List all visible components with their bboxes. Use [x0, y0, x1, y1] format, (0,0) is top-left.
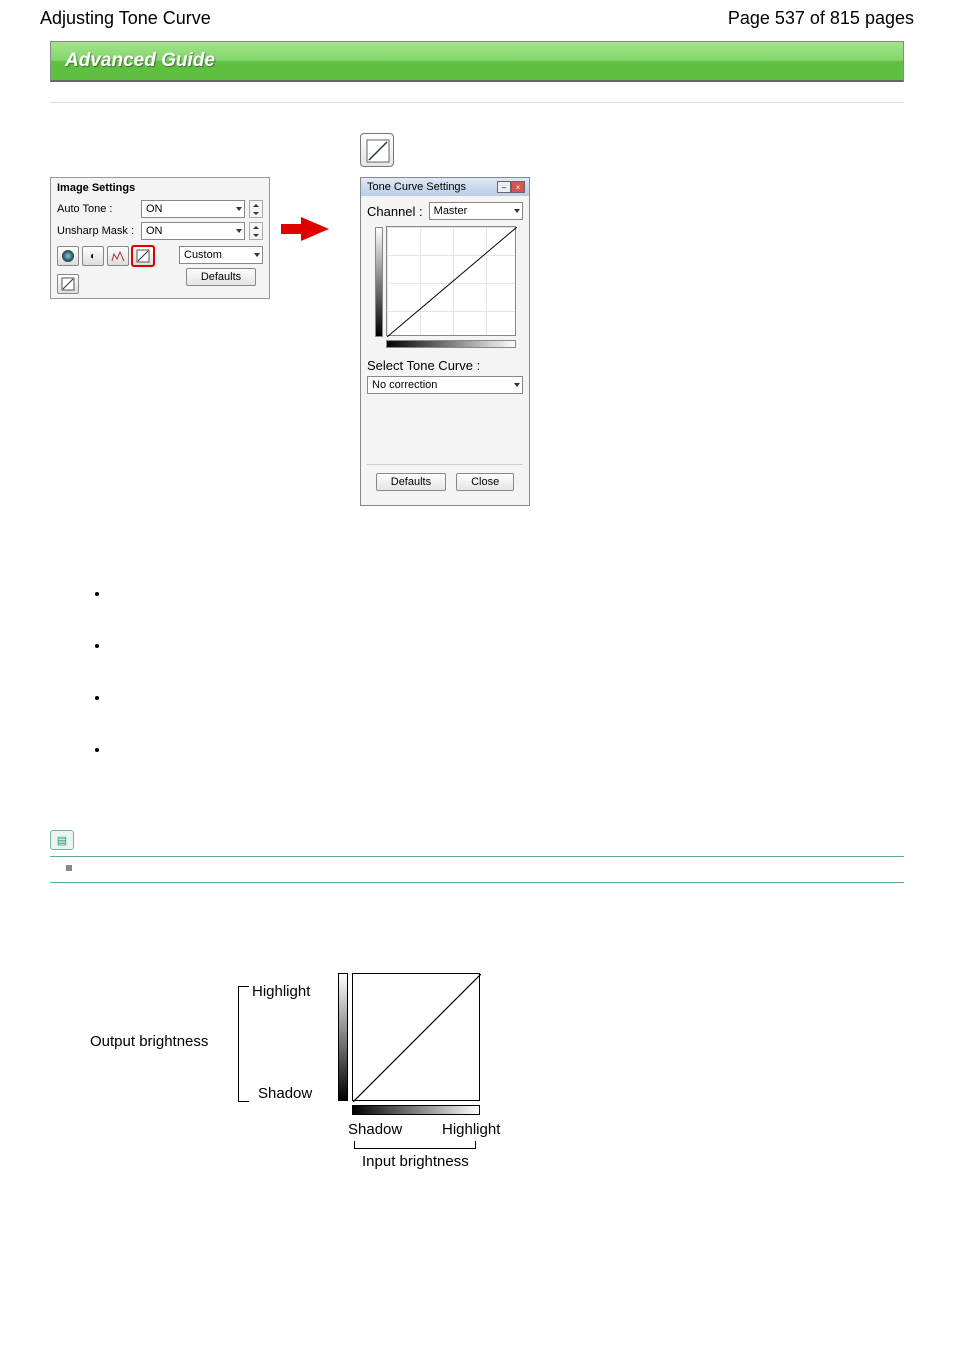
image-settings-title: Image Settings — [51, 178, 269, 198]
bracket-horizontal-icon — [354, 1139, 476, 1149]
divider — [50, 102, 904, 103]
gradient-vertical — [338, 973, 348, 1101]
custom-select[interactable]: Custom — [179, 246, 263, 264]
diagram-canvas — [352, 973, 480, 1101]
unsharp-mask-value: ON — [146, 225, 163, 237]
unsharp-mask-select[interactable]: ON — [141, 222, 245, 240]
page-title: Adjusting Tone Curve — [40, 8, 211, 29]
channel-label: Channel : — [367, 204, 423, 219]
list-item — [110, 586, 904, 638]
square-bullet-icon — [66, 865, 72, 871]
list-item — [110, 638, 904, 690]
chevron-down-icon — [514, 383, 520, 387]
list-item — [110, 742, 904, 794]
tone-curve-canvas[interactable] — [386, 226, 516, 336]
final-review-icon[interactable] — [57, 274, 79, 294]
caret-up-icon — [253, 204, 259, 207]
dialog-defaults-button[interactable]: Defaults — [376, 473, 446, 491]
gradient-horizontal — [386, 340, 516, 348]
advanced-guide-banner: Advanced Guide — [50, 41, 904, 82]
histogram-icon[interactable] — [107, 246, 129, 266]
gradient-vertical — [375, 227, 383, 337]
highlight-label: Highlight — [252, 983, 310, 1000]
auto-tone-select[interactable]: ON — [141, 200, 245, 218]
bullet-list — [50, 586, 904, 794]
note-book-icon: ▤ — [50, 830, 74, 850]
input-brightness-label: Input brightness — [362, 1153, 469, 1170]
list-item — [110, 690, 904, 742]
arrow-right-icon — [301, 217, 329, 241]
tone-curve-icon[interactable] — [132, 246, 154, 266]
bracket-icon — [238, 986, 252, 1102]
tone-curve-diagram: Output brightness Highlight Shadow Shado… — [90, 953, 510, 1183]
spinner[interactable] — [249, 200, 263, 218]
chevron-down-icon — [254, 253, 260, 257]
select-tone-curve-value: No correction — [372, 379, 437, 391]
saturation-icon[interactable] — [57, 246, 79, 266]
select-tone-curve-label: Select Tone Curve : — [367, 358, 523, 373]
page-number: Page 537 of 815 pages — [728, 8, 914, 29]
banner-text: Advanced Guide — [65, 50, 215, 71]
auto-tone-label: Auto Tone : — [57, 203, 137, 215]
minimize-icon[interactable]: – — [497, 181, 511, 193]
channel-value: Master — [434, 205, 468, 217]
spinner[interactable] — [249, 222, 263, 240]
output-brightness-label: Output brightness — [90, 1033, 208, 1050]
dialog-title: Tone Curve Settings — [367, 181, 466, 193]
image-settings-panel: Image Settings Auto Tone : ON Unsharp Ma… — [50, 177, 270, 299]
defaults-button[interactable]: Defaults — [186, 268, 256, 286]
shadow-bottom-label: Shadow — [348, 1121, 402, 1138]
channel-select[interactable]: Master — [429, 202, 523, 220]
shadow-label: Shadow — [258, 1085, 312, 1102]
caret-down-icon — [253, 212, 259, 215]
divider — [50, 856, 904, 857]
brightness-icon[interactable]: ◐ — [82, 246, 104, 266]
custom-value: Custom — [184, 249, 222, 261]
chevron-down-icon — [236, 229, 242, 233]
divider — [50, 882, 904, 883]
tone-curve-settings-dialog: Tone Curve Settings – × Channel : Master — [360, 177, 530, 506]
dialog-close-button[interactable]: Close — [456, 473, 514, 491]
auto-tone-value: ON — [146, 203, 163, 215]
highlight-bottom-label: Highlight — [442, 1121, 500, 1138]
chevron-down-icon — [236, 207, 242, 211]
unsharp-mask-label: Unsharp Mask : — [57, 225, 137, 237]
chevron-down-icon — [514, 209, 520, 213]
tone-curve-tool-icon — [360, 133, 394, 167]
gradient-horizontal — [352, 1105, 480, 1115]
caret-up-icon — [253, 226, 259, 229]
close-icon[interactable]: × — [511, 181, 525, 193]
select-tone-curve[interactable]: No correction — [367, 376, 523, 394]
caret-down-icon — [253, 234, 259, 237]
